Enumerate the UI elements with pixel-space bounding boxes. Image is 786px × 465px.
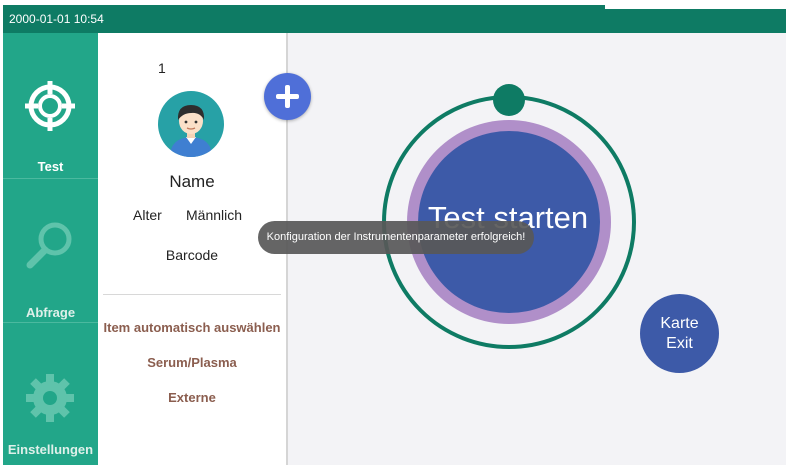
- sidebar-nav: Test Abfrage Einstellungen: [3, 33, 98, 465]
- nav-item-einstellungen[interactable]: Einstellungen: [3, 323, 98, 465]
- patient-panel: 1 Name Alter Männlich Barcode Item autom…: [98, 33, 286, 465]
- card-exit-button[interactable]: Karte Exit: [640, 294, 719, 373]
- toast-message: Konfiguration der Instrumentenparameter …: [258, 221, 534, 254]
- patient-barcode: Barcode: [165, 247, 219, 263]
- nav-item-test[interactable]: Test: [3, 33, 98, 178]
- add-patient-button[interactable]: [264, 73, 311, 120]
- option-sample-type[interactable]: Serum/Plasma: [98, 355, 286, 370]
- panel-divider: [103, 294, 281, 295]
- patient-number: 1: [158, 60, 166, 76]
- nav-item-label: Einstellungen: [7, 442, 94, 457]
- patient-age-label: Alter: [133, 207, 162, 223]
- patient-name: Name: [169, 172, 215, 191]
- status-bar-strip: [605, 5, 786, 9]
- card-exit-label-line1: Karte: [660, 315, 699, 332]
- ring-handle[interactable]: [493, 84, 525, 116]
- card-exit-label-line2: Exit: [666, 335, 693, 352]
- nav-item-label: Abfrage: [25, 305, 76, 320]
- nav-item-label: Test: [37, 159, 64, 174]
- option-external[interactable]: Externe: [98, 390, 286, 405]
- avatar-icon[interactable]: [158, 91, 224, 157]
- gear-icon: [26, 374, 74, 422]
- status-bar: 2000-01-01 10:54: [3, 5, 786, 33]
- search-icon: [26, 222, 72, 269]
- option-auto-select-item[interactable]: Item automatisch auswählen: [98, 320, 286, 335]
- plus-icon: [276, 85, 299, 108]
- nav-item-abfrage[interactable]: Abfrage: [3, 179, 98, 322]
- status-time: 2000-01-01 10:54: [9, 12, 104, 26]
- crosshair-icon: [25, 81, 75, 131]
- patient-gender: Männlich: [186, 207, 243, 223]
